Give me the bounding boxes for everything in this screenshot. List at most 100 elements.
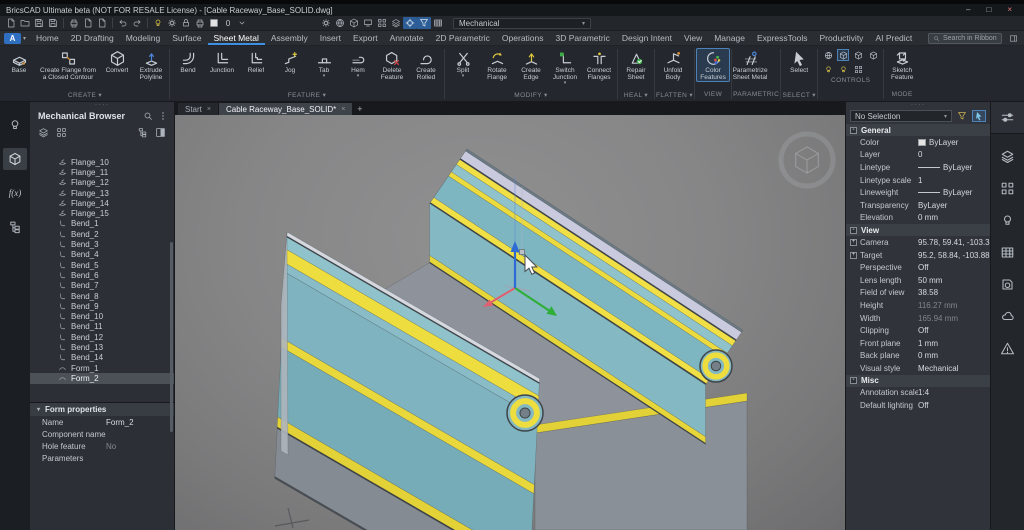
ribbon-button-create-edge-flange[interactable]: Create Edge Flange	[514, 48, 548, 82]
tree-item-bend-4[interactable]: Bend_4	[30, 250, 174, 260]
plot-button[interactable]	[67, 17, 81, 29]
prop-row-target[interactable]: + Target 95.2, 58.84, -103.88	[846, 249, 990, 262]
ribbon-button-create-rolled-edge[interactable]: Create Rolled Edge	[409, 48, 443, 82]
tree-item-flange-13[interactable]: Flange_13	[30, 188, 174, 198]
drawing-explorer-button[interactable]	[319, 17, 333, 29]
document-tab-cable-raceway-base-solid[interactable]: Cable Raceway_Base_SOLID* ×	[219, 103, 353, 115]
ribbon-button-unfold-body[interactable]: Unfold Body	[656, 48, 690, 82]
ribbon-tab-surface[interactable]: Surface	[166, 31, 207, 45]
current-layer-button[interactable]: 0	[221, 17, 235, 29]
ribbon-button-split[interactable]: Split ▾	[446, 48, 480, 79]
prop-row-linetype[interactable]: Linetype ByLayer	[846, 161, 990, 174]
panel-drag-handle[interactable]: ····	[846, 101, 990, 109]
tree-item-bend-14[interactable]: Bend_14	[30, 353, 174, 363]
ribbon-button-select[interactable]: Select	[782, 48, 816, 75]
prop-row-camera[interactable]: + Camera 95.78, 59.41, -103.3	[846, 236, 990, 249]
look-from-button[interactable]	[347, 17, 361, 29]
cloud-panel-button[interactable]	[991, 300, 1024, 332]
tree-item-flange-11[interactable]: Flange_11	[30, 167, 174, 177]
named-views-button[interactable]	[375, 17, 389, 29]
ribbon-button-switch-junction-type[interactable]: Switch Junction Type▾	[548, 48, 582, 86]
prop-row-layer[interactable]: Layer 0	[846, 149, 990, 162]
tree-item-bend-13[interactable]: Bend_13	[30, 342, 174, 352]
ribbon-button-base[interactable]: Base	[2, 48, 36, 75]
prop-row-clipping[interactable]: Clipping Off	[846, 324, 990, 337]
browser-display-filter-button[interactable]	[155, 125, 166, 143]
save-button[interactable]	[32, 17, 46, 29]
ribbon-tab-export[interactable]: Export	[347, 31, 384, 45]
prop-row-annotation-scale[interactable]: Annotation scale 1:4	[846, 387, 990, 400]
close-tab-icon[interactable]: ×	[341, 106, 345, 113]
prop-row-linetype-scale[interactable]: Linetype scale 1	[846, 174, 990, 187]
lights-toggle[interactable]	[822, 63, 834, 75]
ribbon-search-box[interactable]: Search in Ribbon	[928, 32, 1002, 44]
selection-dropdown[interactable]: No Selection ▾	[850, 110, 952, 122]
tree-item-bend-12[interactable]: Bend_12	[30, 332, 174, 342]
form-prop-row-hole-feature[interactable]: Hole feature No	[30, 440, 174, 452]
layer-plot-button[interactable]	[193, 17, 207, 29]
prop-row-width[interactable]: Width 165.94 mm	[846, 312, 990, 325]
minimize-button[interactable]: –	[966, 5, 970, 15]
prop-row-elevation[interactable]: Elevation 0 mm	[846, 212, 990, 225]
expand-plus-icon[interactable]: +	[850, 251, 857, 259]
ribbon-button-relief[interactable]: Relief	[239, 48, 273, 75]
structure-panel-button[interactable]	[3, 216, 27, 238]
ribbon-button-jog[interactable]: Jog	[273, 48, 307, 75]
form-prop-row-component-name[interactable]: Component name	[30, 428, 174, 440]
section-header-view[interactable]: - View	[846, 224, 990, 237]
box-toggle[interactable]	[837, 49, 850, 61]
tree-item-bend-8[interactable]: Bend_8	[30, 291, 174, 301]
ribbon-tab-expresstools[interactable]: ExpressTools	[751, 31, 814, 45]
maximize-button[interactable]: □	[986, 5, 991, 15]
ribbon-button-color-features[interactable]: Color Features	[696, 48, 731, 82]
ribbon-button-hem[interactable]: Hem ▾	[341, 48, 375, 79]
ribbon-button-extrude-polyline[interactable]: Extrude Polyline	[134, 48, 168, 82]
blocks-panel-button[interactable]	[991, 172, 1024, 204]
ribbon-tab-design-intent[interactable]: Design Intent	[616, 31, 678, 45]
layer-settings-button[interactable]	[165, 17, 179, 29]
ribbon-button-tab[interactable]: Tab ▾	[307, 48, 341, 79]
ribbon-button-convert[interactable]: Convert	[100, 48, 134, 75]
ribbon-tab-insert[interactable]: Insert	[314, 31, 347, 45]
browser-bom-table-button[interactable]	[56, 125, 67, 143]
form-prop-row-name[interactable]: Name Form_2	[30, 416, 174, 428]
prop-row-perspective[interactable]: Perspective Off	[846, 261, 990, 274]
prop-row-back-plane[interactable]: Back plane 0 mm	[846, 350, 990, 363]
browser-expand-collapse-button[interactable]	[137, 125, 148, 143]
new-tab-button[interactable]: +	[353, 103, 366, 115]
ribbon-button-sketch-feature[interactable]: Sketch Feature	[885, 48, 919, 82]
ribbon-tab-3d-parametric[interactable]: 3D Parametric	[550, 31, 616, 45]
ribbon-button-delete-feature[interactable]: Delete Feature	[375, 48, 409, 82]
ribbon-tab-ai-predict[interactable]: AI Predict	[869, 31, 918, 45]
browser-menu-button[interactable]	[158, 111, 168, 121]
shade-toggle[interactable]	[867, 49, 879, 61]
ribbon-tab-home[interactable]: Home	[30, 31, 65, 45]
materials-panel-button[interactable]	[991, 268, 1024, 300]
visual-styles-button[interactable]	[389, 17, 403, 29]
model-viewport[interactable]	[175, 115, 845, 530]
open-file-button[interactable]	[18, 17, 32, 29]
form-properties-header[interactable]: ▾ Form properties	[30, 403, 174, 416]
tree-item-bend-7[interactable]: Bend_7	[30, 281, 174, 291]
prop-row-visual-style[interactable]: Visual style Mechanical	[846, 362, 990, 375]
section-header-misc[interactable]: - Misc	[846, 374, 990, 387]
warnings-panel-button[interactable]	[991, 332, 1024, 364]
ribbon-tab-annotate[interactable]: Annotate	[384, 31, 430, 45]
selection-preview-toggle[interactable]	[852, 63, 864, 75]
tree-item-bend-6[interactable]: Bend_6	[30, 270, 174, 280]
navigation-sphere[interactable]	[778, 131, 836, 189]
ribbon-pin-button[interactable]	[1006, 33, 1020, 44]
ribbon-button-bend[interactable]: Bend	[171, 48, 205, 75]
browser-flatten-tree-button[interactable]	[38, 125, 49, 143]
tree-item-bend-5[interactable]: Bend_5	[30, 260, 174, 270]
save-all-button[interactable]	[46, 17, 60, 29]
ribbon-tab-2d-drafting[interactable]: 2D Drafting	[65, 31, 120, 45]
viewport-canvas[interactable]	[175, 115, 845, 530]
close-button[interactable]: ×	[1007, 5, 1012, 15]
tree-item-flange-15[interactable]: Flange_15	[30, 208, 174, 218]
tree-item-bend-11[interactable]: Bend_11	[30, 322, 174, 332]
redo-button[interactable]	[130, 17, 144, 29]
parameters-panel-button[interactable]: f(x)	[3, 182, 27, 204]
workspace-selector[interactable]: Mechanical ▾	[453, 17, 591, 29]
quad-toggle-button[interactable]	[403, 17, 417, 29]
